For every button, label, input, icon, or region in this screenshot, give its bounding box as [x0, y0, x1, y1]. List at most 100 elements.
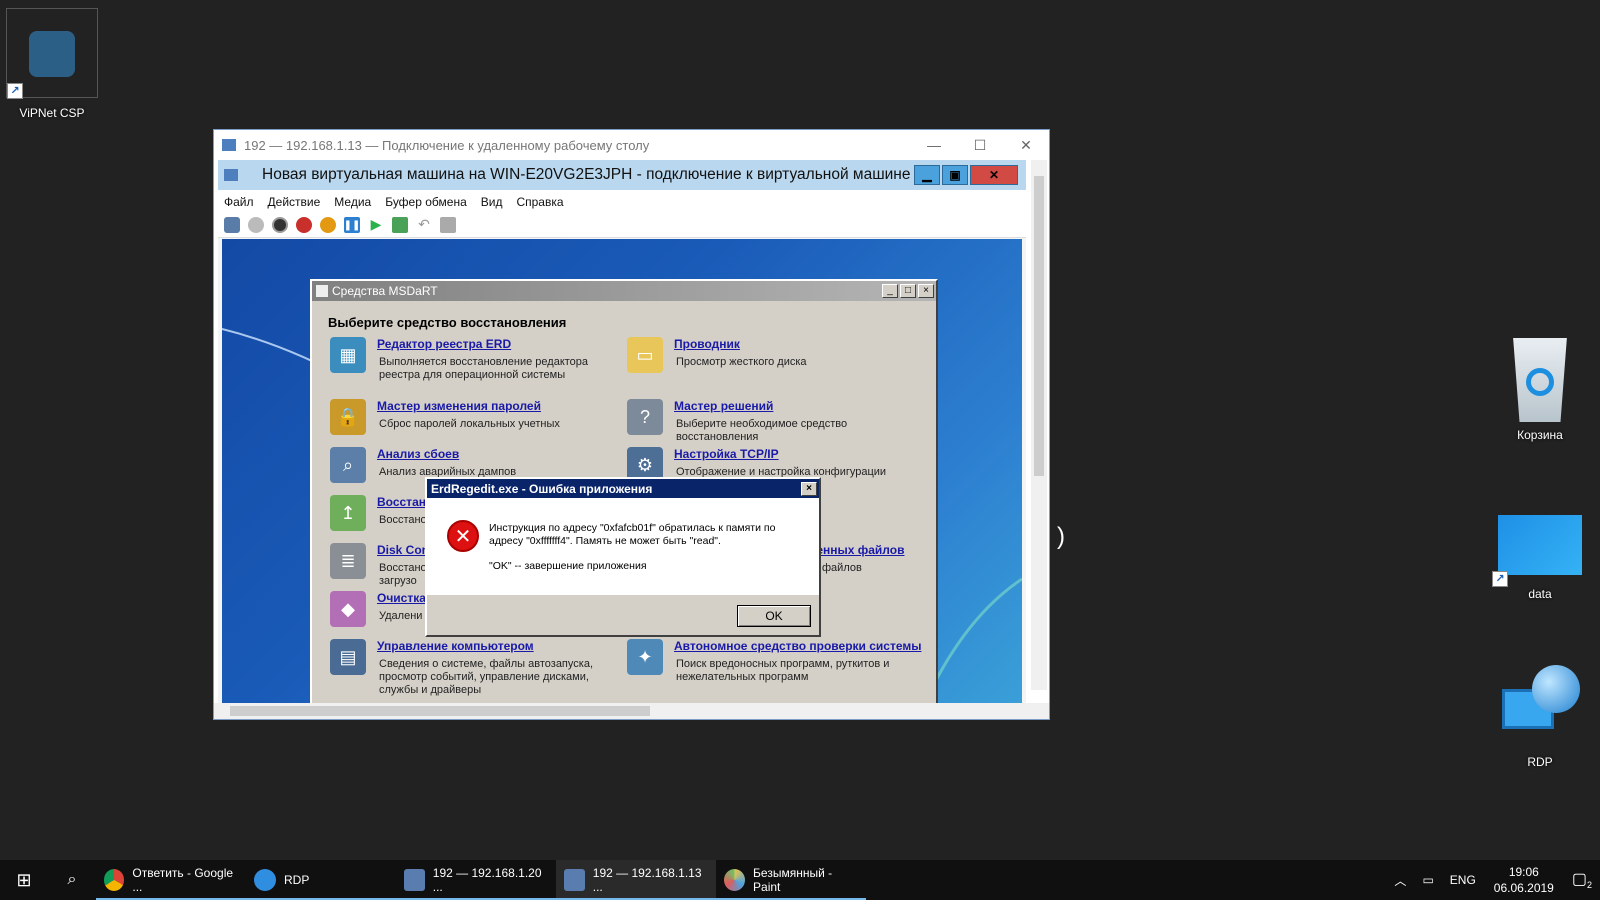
windows-start-icon[interactable]: ⊞ — [0, 860, 48, 900]
menu-help[interactable]: Справка — [516, 195, 563, 209]
taskbar-item-paint[interactable]: Безымянный - Paint — [716, 860, 866, 900]
checkpoint-icon[interactable] — [392, 217, 408, 233]
taskbar-item-label: Безымянный - Paint — [753, 866, 833, 894]
revert-icon[interactable]: ↶ — [416, 217, 432, 233]
remote-desktop-icon — [404, 869, 425, 891]
clock-time: 19:06 — [1508, 865, 1539, 879]
vm-titlebar[interactable]: Новая виртуальная машина на WIN-E20VG2E3… — [218, 160, 1026, 190]
tool-link[interactable]: Проводник — [674, 337, 740, 351]
tool-link[interactable]: Мастер изменения паролей — [377, 399, 541, 413]
horizontal-scrollbar[interactable] — [214, 703, 1049, 719]
tool-description: файлов — [822, 562, 862, 574]
stray-paren: ) — [1057, 523, 1065, 550]
magnifier-icon: ⌕ — [330, 447, 366, 483]
desktop-icon-label: Корзина — [1517, 428, 1563, 442]
vm-connection-window[interactable]: Новая виртуальная машина на WIN-E20VG2E3… — [218, 160, 1026, 705]
error-dialog[interactable]: ErdRegedit.exe - Ошибка приложения × ✕ И… — [425, 477, 821, 637]
language-indicator[interactable]: ENG — [1450, 873, 1476, 887]
tool-description: Выберите необходимое средство восстановл… — [676, 418, 848, 443]
error-message: Инструкция по адресу "0xfafcb01f" обрати… — [489, 522, 776, 547]
turn-off-icon[interactable] — [272, 217, 288, 233]
shutdown-icon[interactable] — [296, 217, 312, 233]
desktop-icon-recycle-bin[interactable]: Корзина — [1494, 338, 1586, 442]
rdp-app-icon — [222, 139, 236, 151]
msdart-titlebar[interactable]: Средства MSDaRT _ □ × — [312, 281, 936, 301]
ok-button[interactable]: OK — [737, 605, 811, 627]
error-ok-hint: "OK" -- завершение приложения — [489, 560, 647, 572]
desktop-icon-label: RDP — [1527, 755, 1553, 769]
eraser-icon: ◆ — [330, 591, 366, 627]
msdart-heading: Выберите средство восстановления — [328, 315, 567, 330]
menu-view[interactable]: Вид — [481, 195, 503, 209]
vm-screen[interactable]: Средства MSDaRT _ □ × Выберите средство … — [222, 239, 1022, 705]
taskbar-item-rdp[interactable]: RDP — [246, 860, 396, 900]
tool-link[interactable]: Управление компьютером — [377, 639, 534, 653]
error-close-button[interactable]: × — [801, 481, 817, 496]
desktop-icon-data[interactable]: ↗ data — [1492, 515, 1586, 601]
globe-shape — [1532, 665, 1580, 713]
vm-restore-button[interactable]: ▣ — [942, 165, 968, 185]
maximize-button[interactable]: ☐ — [957, 130, 1003, 160]
pause-icon[interactable]: ❚❚ — [344, 217, 360, 233]
scrollbar-thumb[interactable] — [230, 706, 650, 716]
scrollbar-thumb[interactable] — [1034, 176, 1044, 476]
tool-link[interactable]: Редактор реестра ERD — [377, 337, 511, 351]
registry-editor-icon: ▦ — [330, 337, 366, 373]
taskbar-item-label: Ответить - Google ... — [132, 866, 234, 894]
taskbar-item-rdp-20[interactable]: 192 — 192.168.1.20 ... — [396, 860, 556, 900]
desktop-icon-vipnet[interactable]: ↗ — [6, 8, 98, 99]
vm-window-title: Новая виртуальная машина на WIN-E20VG2E3… — [262, 166, 911, 183]
clock-date: 06.06.2019 — [1493, 881, 1554, 895]
msdart-maximize-button[interactable]: □ — [900, 284, 916, 298]
tool-description: Просмотр жесткого диска — [676, 356, 807, 368]
tool-link[interactable]: Disk Con — [377, 543, 429, 557]
close-button[interactable]: ✕ — [1003, 130, 1049, 160]
chrome-icon — [104, 869, 125, 891]
taskbar-item-rdp-13[interactable]: 192 — 192.168.1.13 ... — [556, 860, 716, 900]
ctrl-alt-del-icon[interactable] — [224, 217, 240, 233]
rdp-globe-icon — [1498, 665, 1582, 749]
data-folder-icon: ↗ — [1492, 515, 1582, 587]
chevron-up-icon[interactable]: ︿ — [1394, 872, 1406, 889]
notifications-icon[interactable]: ▢2 — [1572, 869, 1592, 890]
tool-link[interactable]: Автономное средство проверки системы — [674, 639, 921, 653]
tool-link[interactable]: Анализ сбоев — [377, 447, 459, 461]
error-dialog-titlebar[interactable]: ErdRegedit.exe - Ошибка приложения × — [427, 479, 819, 498]
search-icon[interactable]: ⌕ — [48, 860, 96, 900]
rdp-window[interactable]: 192 — 192.168.1.13 — Подключение к удале… — [213, 129, 1050, 720]
rdp-titlebar[interactable]: 192 — 192.168.1.13 — Подключение к удале… — [214, 130, 1049, 160]
minimize-button[interactable]: — — [911, 130, 957, 160]
taskbar-item-label: 192 — 192.168.1.20 ... — [432, 866, 542, 894]
enhanced-session-icon[interactable] — [440, 217, 456, 233]
tool-link[interactable]: Восстан — [377, 495, 426, 509]
error-icon: ✕ — [447, 520, 479, 552]
msdart-minimize-button[interactable]: _ — [882, 284, 898, 298]
rdp-window-title: 192 — 192.168.1.13 — Подключение к удале… — [244, 137, 650, 153]
tool-link[interactable]: Мастер решений — [674, 399, 773, 413]
menu-media[interactable]: Медиа — [334, 195, 371, 209]
menu-action[interactable]: Действие — [268, 195, 321, 209]
resume-icon[interactable]: ▶ — [368, 217, 384, 233]
tool-link[interactable]: Очистка — [377, 591, 426, 605]
network-icon[interactable]: ▭ — [1422, 873, 1433, 887]
desktop-icon-rdp[interactable]: RDP — [1494, 665, 1586, 769]
menu-file[interactable]: Файл — [224, 195, 254, 209]
vertical-scrollbar[interactable] — [1031, 160, 1047, 690]
folder-icon: ▭ — [627, 337, 663, 373]
start-icon[interactable] — [248, 217, 264, 233]
error-body: ✕ Инструкция по адресу "0xfafcb01f" обра… — [427, 498, 819, 595]
save-icon[interactable] — [320, 217, 336, 233]
tool-link[interactable]: ренных файлов — [809, 543, 904, 557]
desktop-icon-label: data — [1528, 587, 1552, 601]
menu-clipboard[interactable]: Буфер обмена — [385, 195, 467, 209]
msdart-title: Средства MSDaRT — [332, 284, 438, 298]
recycle-bin-icon — [1513, 338, 1567, 422]
vipnet-icon: ↗ — [7, 31, 75, 99]
clock[interactable]: 19:06 06.06.2019 — [1494, 864, 1554, 896]
tool-link[interactable]: Настройка TCP/IP — [674, 447, 779, 461]
msdart-app-icon — [316, 285, 328, 297]
vm-minimize-button[interactable]: ▁ — [914, 165, 940, 185]
msdart-close-button[interactable]: × — [918, 284, 934, 298]
vm-close-button[interactable]: ✕ — [970, 165, 1018, 185]
taskbar-item-chrome[interactable]: Ответить - Google ... — [96, 860, 246, 900]
